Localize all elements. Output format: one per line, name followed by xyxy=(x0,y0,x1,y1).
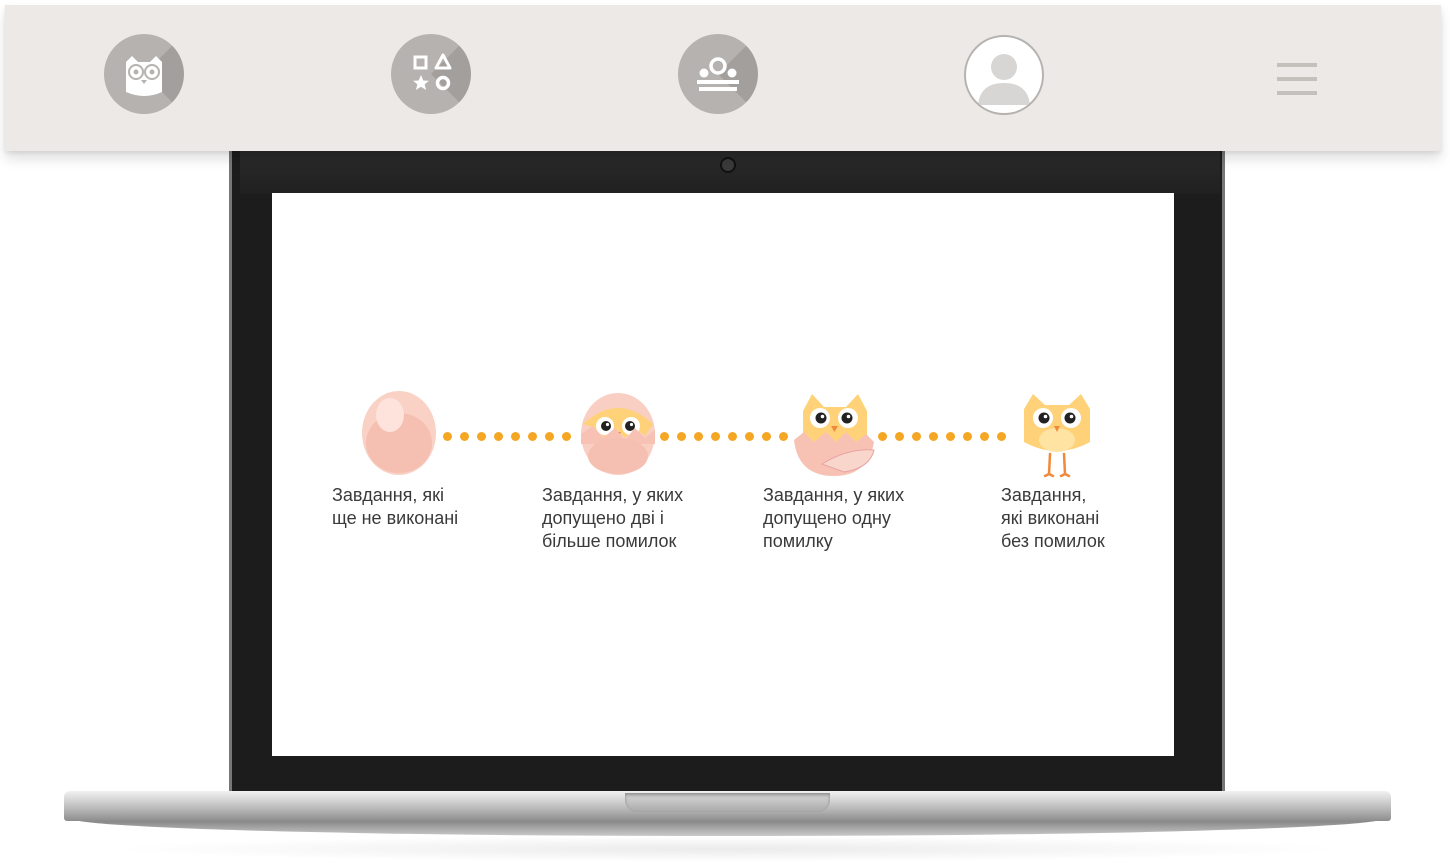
caption-line: помилку xyxy=(763,531,833,551)
webcam-icon xyxy=(720,157,736,173)
progress-connector-1 xyxy=(443,432,573,441)
shapes-icon xyxy=(413,53,452,91)
hatching-owl-icon xyxy=(578,390,658,478)
owl-chick-icon xyxy=(1021,390,1093,478)
stage-caption-two-plus-errors: Завдання, у яких допущено дві і більше п… xyxy=(542,484,683,553)
caption-line: без помилок xyxy=(1001,531,1105,551)
stage-caption-one-error: Завдання, у яких допущено одну помилку xyxy=(763,484,904,553)
user-avatar-icon xyxy=(978,54,1030,105)
caption-line: допущено дві і xyxy=(542,508,664,528)
egg-icon xyxy=(359,388,439,478)
progress-connector-2 xyxy=(660,432,790,441)
stage-caption-not-done: Завдання, які ще не виконані xyxy=(332,484,458,530)
nav-shapes-button[interactable] xyxy=(391,34,471,114)
progress-connector-3 xyxy=(878,432,1018,441)
caption-line: Завдання, xyxy=(1001,485,1087,505)
stage-caption-no-errors: Завдання, які виконані без помилок xyxy=(1001,484,1105,553)
top-nav-bar xyxy=(5,5,1441,151)
caption-line: більше помилок xyxy=(542,531,677,551)
caption-line: Завдання, у яких xyxy=(763,485,905,505)
nav-owl-button[interactable] xyxy=(104,34,184,114)
caption-line: Завдання, які xyxy=(332,485,445,505)
caption-line: Завдання, у яких xyxy=(542,485,684,505)
nav-leaderboard-button[interactable] xyxy=(678,34,758,114)
caption-line: ще не виконані xyxy=(332,508,459,528)
caption-line: які виконані xyxy=(1001,508,1100,528)
hamburger-menu-icon[interactable] xyxy=(1277,63,1317,97)
nav-profile-button[interactable] xyxy=(964,35,1044,115)
podium-icon xyxy=(697,57,739,91)
laptop-shadow xyxy=(100,836,1350,862)
owl-icon xyxy=(126,56,162,96)
caption-line: допущено одну xyxy=(763,508,891,528)
laptop-opening-notch xyxy=(625,793,830,812)
half-hatched-owl-icon xyxy=(794,390,875,476)
